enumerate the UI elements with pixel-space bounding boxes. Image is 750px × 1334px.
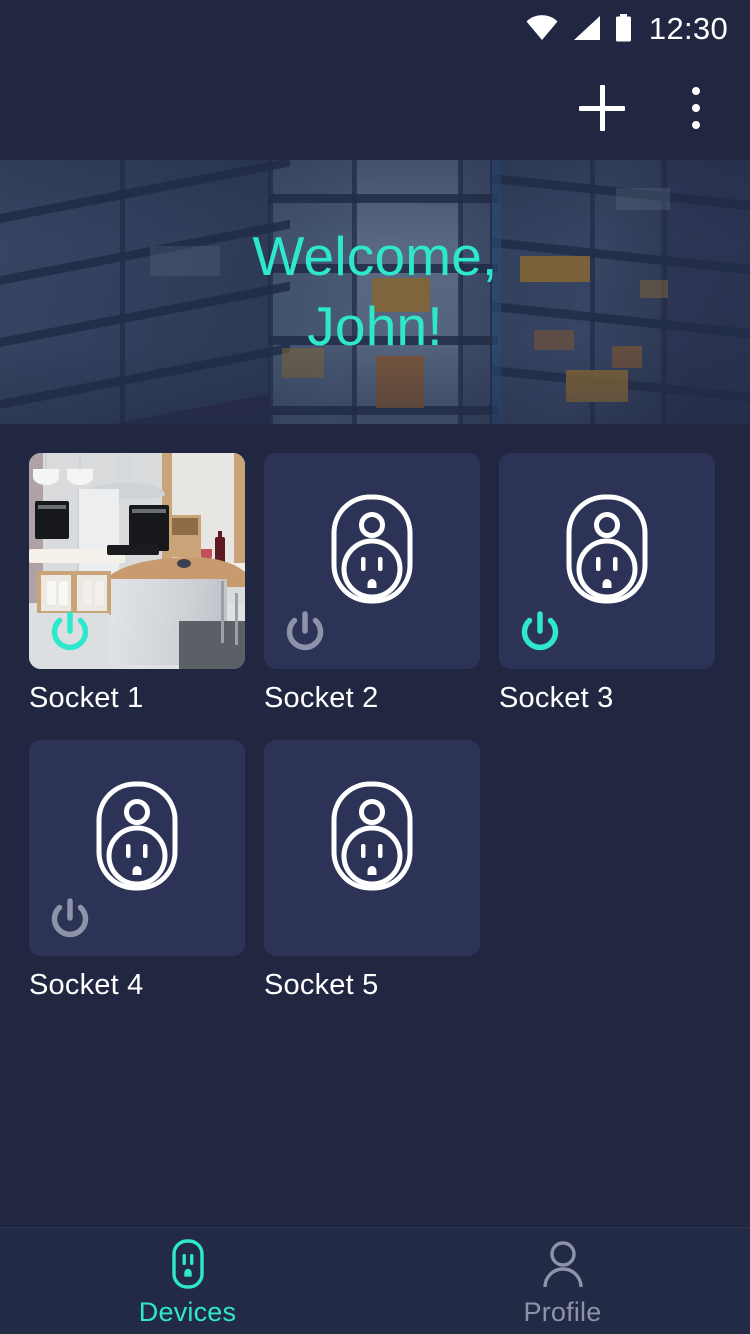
wifi-icon xyxy=(526,15,558,40)
cellular-signal-icon xyxy=(573,16,600,40)
app-root: 12:30 Welcome, John! Socket 1 Socket 2 S… xyxy=(0,0,750,1334)
power-toggle-button[interactable] xyxy=(516,607,564,655)
device-thumbnail[interactable] xyxy=(29,453,245,669)
person-icon xyxy=(542,1240,583,1287)
device-thumbnail[interactable] xyxy=(29,739,245,956)
nav-label-devices: Devices xyxy=(138,1296,237,1327)
overflow-menu-button[interactable] xyxy=(668,80,724,136)
more-vert-icon xyxy=(691,86,701,130)
device-name-label: Socket 2 xyxy=(264,682,379,714)
greeting-line-1: Welcome, xyxy=(252,225,498,288)
smart-socket-icon xyxy=(331,781,413,891)
device-list-content: Socket 1 Socket 2 Socket 3 Socket 4 Sock… xyxy=(0,424,750,1227)
device-name-label: Socket 5 xyxy=(264,968,379,1001)
device-name-label: Socket 3 xyxy=(499,682,614,714)
device-card[interactable]: Socket 1 xyxy=(29,453,245,716)
device-name-label: Socket 4 xyxy=(29,968,144,1001)
device-card[interactable]: Socket 4 xyxy=(29,739,245,1003)
status-bar: 12:30 xyxy=(0,0,750,56)
status-bar-clock: 12:30 xyxy=(648,10,728,46)
bottom-navigation: Devices Profile xyxy=(0,1227,750,1334)
device-name-label: Socket 1 xyxy=(29,682,144,714)
nav-label-profile: Profile xyxy=(523,1296,602,1327)
battery-icon xyxy=(615,14,631,42)
power-icon xyxy=(51,898,89,937)
outlet-icon xyxy=(171,1238,204,1289)
power-toggle-button[interactable] xyxy=(46,607,94,655)
welcome-greeting: Welcome, John! xyxy=(0,160,750,424)
app-bar xyxy=(0,56,750,160)
power-icon xyxy=(286,611,324,651)
welcome-banner: Welcome, John! xyxy=(0,160,750,424)
device-card[interactable]: Socket 5 xyxy=(264,739,480,1003)
device-card[interactable]: Socket 2 xyxy=(264,453,480,716)
device-card[interactable]: Socket 3 xyxy=(499,453,715,716)
add-device-button[interactable] xyxy=(574,80,630,136)
plus-icon xyxy=(579,85,625,131)
device-thumbnail[interactable] xyxy=(264,453,480,669)
power-icon xyxy=(51,611,89,651)
greeting-line-2: John! xyxy=(307,295,443,357)
device-thumbnail[interactable] xyxy=(499,453,715,669)
device-grid: Socket 1 Socket 2 Socket 3 Socket 4 Sock… xyxy=(0,453,750,1003)
power-icon xyxy=(521,611,559,651)
nav-tab-profile[interactable]: Profile xyxy=(375,1228,750,1334)
power-toggle-button[interactable] xyxy=(46,894,94,942)
power-toggle-button[interactable] xyxy=(281,607,329,655)
device-thumbnail[interactable] xyxy=(264,739,480,956)
nav-tab-devices[interactable]: Devices xyxy=(0,1228,375,1334)
